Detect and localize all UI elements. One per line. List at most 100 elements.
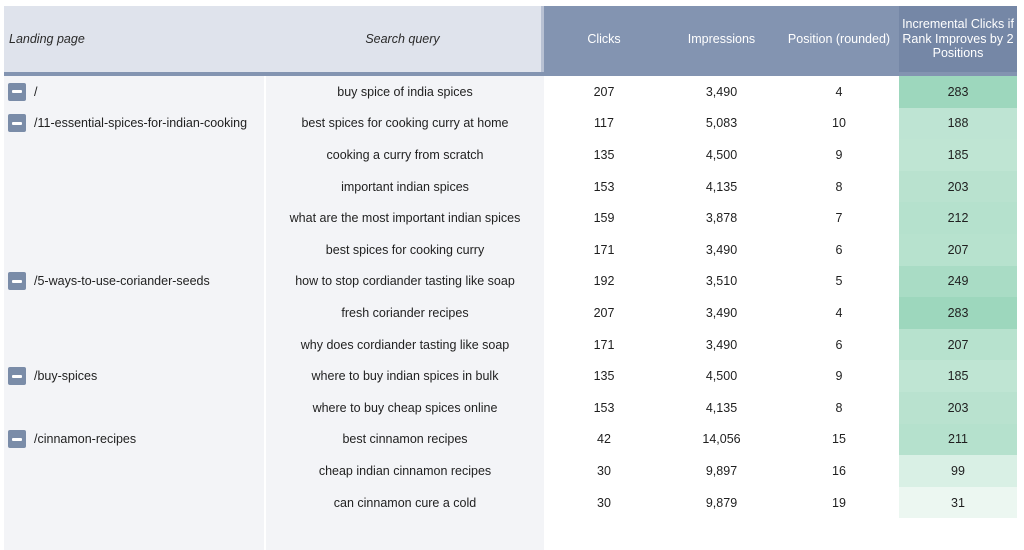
landing-page-cell — [4, 455, 264, 487]
table-header: Landing page Search query Clicks Impress… — [4, 6, 1017, 72]
minus-glyph — [12, 374, 22, 378]
position-cell: 9 — [779, 139, 899, 171]
position-cell: 7 — [779, 202, 899, 234]
impressions-cell: 4,500 — [664, 360, 779, 392]
table-row: cheap indian cinnamon recipes 30 9,897 16 99 — [4, 455, 1017, 487]
landing-page-cell — [4, 391, 264, 424]
landing-page-cell: / — [4, 76, 264, 108]
position-cell: 4 — [779, 76, 899, 108]
impressions-cell: 3,490 — [664, 328, 779, 361]
position-cell: 16 — [779, 455, 899, 487]
landing-page-cell — [4, 297, 264, 329]
header-search-query[interactable]: Search query — [264, 6, 544, 72]
minus-glyph — [12, 90, 22, 94]
position-cell: 15 — [779, 423, 899, 456]
position-cell: 10 — [779, 107, 899, 140]
landing-page-label: / — [34, 84, 38, 99]
landing-page-label: /11-essential-spices-for-indian-cooking — [34, 116, 248, 131]
incremental-clicks-cell: 249 — [899, 265, 1017, 298]
landing-page-label: /buy-spices — [34, 369, 98, 384]
position-cell: 9 — [779, 360, 899, 392]
clicks-cell: 153 — [544, 170, 664, 203]
minus-glyph — [12, 121, 22, 125]
impressions-cell: 3,490 — [664, 233, 779, 266]
clicks-cell: 153 — [544, 391, 664, 424]
impressions-cell: 4,500 — [664, 139, 779, 171]
header-impressions[interactable]: Impressions — [664, 6, 779, 72]
collapse-icon[interactable] — [8, 367, 26, 386]
incremental-clicks-cell: 203 — [899, 391, 1017, 424]
header-clicks[interactable]: Clicks — [544, 6, 664, 72]
header-incremental-clicks[interactable]: Incremental Clicks if Rank Improves by 2… — [899, 6, 1017, 72]
incremental-clicks-cell — [899, 518, 1017, 550]
landing-page-cell — [4, 139, 264, 171]
clicks-cell: 159 — [544, 202, 664, 234]
search-query-cell: best cinnamon recipes — [264, 423, 544, 456]
search-query-cell: important indian spices — [264, 170, 544, 203]
landing-page-label: /5-ways-to-use-coriander-seeds — [34, 274, 210, 289]
clicks-cell: 171 — [544, 233, 664, 266]
table-row: / buy spice of india spices 207 3,490 4 283 — [4, 76, 1017, 108]
table-row: where to buy cheap spices online 153 4,135… — [4, 391, 1017, 424]
incremental-clicks-cell: 31 — [899, 486, 1017, 519]
search-query-cell: fresh coriander recipes — [264, 297, 544, 329]
clicks-cell: 30 — [544, 455, 664, 487]
landing-page-cell: /5-ways-to-use-coriander-seeds — [4, 265, 264, 298]
impressions-cell: 4,135 — [664, 170, 779, 203]
impressions-cell: 3,510 — [664, 265, 779, 298]
header-landing-page[interactable]: Landing page — [4, 6, 264, 72]
search-query-cell: can cinnamon cure a cold — [264, 486, 544, 519]
clicks-cell: 117 — [544, 107, 664, 140]
incremental-clicks-cell: 211 — [899, 423, 1017, 456]
landing-page-cell: /11-essential-spices-for-indian-cooking — [4, 107, 264, 140]
table-row: can cinnamon cure a cold 30 9,879 19 31 — [4, 486, 1017, 519]
clicks-cell: 192 — [544, 265, 664, 298]
table-row: why does cordiander tasting like soap 171… — [4, 328, 1017, 361]
impressions-cell: 5,083 — [664, 107, 779, 140]
header-position[interactable]: Position (rounded) — [779, 6, 899, 72]
incremental-clicks-cell: 283 — [899, 76, 1017, 108]
search-query-cell: why does cordiander tasting like soap — [264, 328, 544, 361]
clicks-cell: 135 — [544, 139, 664, 171]
position-cell: 5 — [779, 265, 899, 298]
collapse-icon[interactable] — [8, 272, 26, 291]
impressions-cell: 9,897 — [664, 455, 779, 487]
incremental-clicks-cell: 185 — [899, 139, 1017, 171]
search-query-cell: best spices for cooking curry at home — [264, 107, 544, 140]
incremental-clicks-cell: 185 — [899, 360, 1017, 392]
clicks-cell: 135 — [544, 360, 664, 392]
impressions-cell: 3,878 — [664, 202, 779, 234]
clicks-cell — [544, 518, 664, 550]
table-row — [4, 518, 1017, 550]
landing-page-cell — [4, 170, 264, 203]
minus-glyph — [12, 279, 22, 283]
incremental-clicks-cell: 212 — [899, 202, 1017, 234]
impressions-cell: 3,490 — [664, 297, 779, 329]
landing-page-cell — [4, 486, 264, 519]
search-query-cell: cheap indian cinnamon recipes — [264, 455, 544, 487]
position-cell: 8 — [779, 170, 899, 203]
table-row: fresh coriander recipes 207 3,490 4 283 — [4, 297, 1017, 329]
table-row: best spices for cooking curry 171 3,490 6 20… — [4, 233, 1017, 266]
position-cell: 4 — [779, 297, 899, 329]
collapse-icon[interactable] — [8, 82, 26, 101]
search-query-cell: buy spice of india spices — [264, 76, 544, 108]
impressions-cell: 9,879 — [664, 486, 779, 519]
position-cell: 6 — [779, 233, 899, 266]
position-cell: 6 — [779, 328, 899, 361]
incremental-clicks-cell: 207 — [899, 233, 1017, 266]
incremental-clicks-cell: 99 — [899, 455, 1017, 487]
incremental-clicks-cell: 203 — [899, 170, 1017, 203]
incremental-clicks-cell: 188 — [899, 107, 1017, 140]
clicks-cell: 171 — [544, 328, 664, 361]
landing-page-cell: /cinnamon-recipes — [4, 423, 264, 456]
table-row: what are the most important indian spice… — [4, 202, 1017, 234]
search-query-cell: where to buy cheap spices online — [264, 391, 544, 424]
landing-page-cell: /buy-spices — [4, 360, 264, 392]
table-row: /11-essential-spices-for-indian-cooking b… — [4, 107, 1017, 140]
clicks-cell: 42 — [544, 423, 664, 456]
collapse-icon[interactable] — [8, 114, 26, 133]
collapse-icon[interactable] — [8, 430, 26, 449]
impressions-cell — [664, 518, 779, 550]
incremental-clicks-cell: 207 — [899, 328, 1017, 361]
